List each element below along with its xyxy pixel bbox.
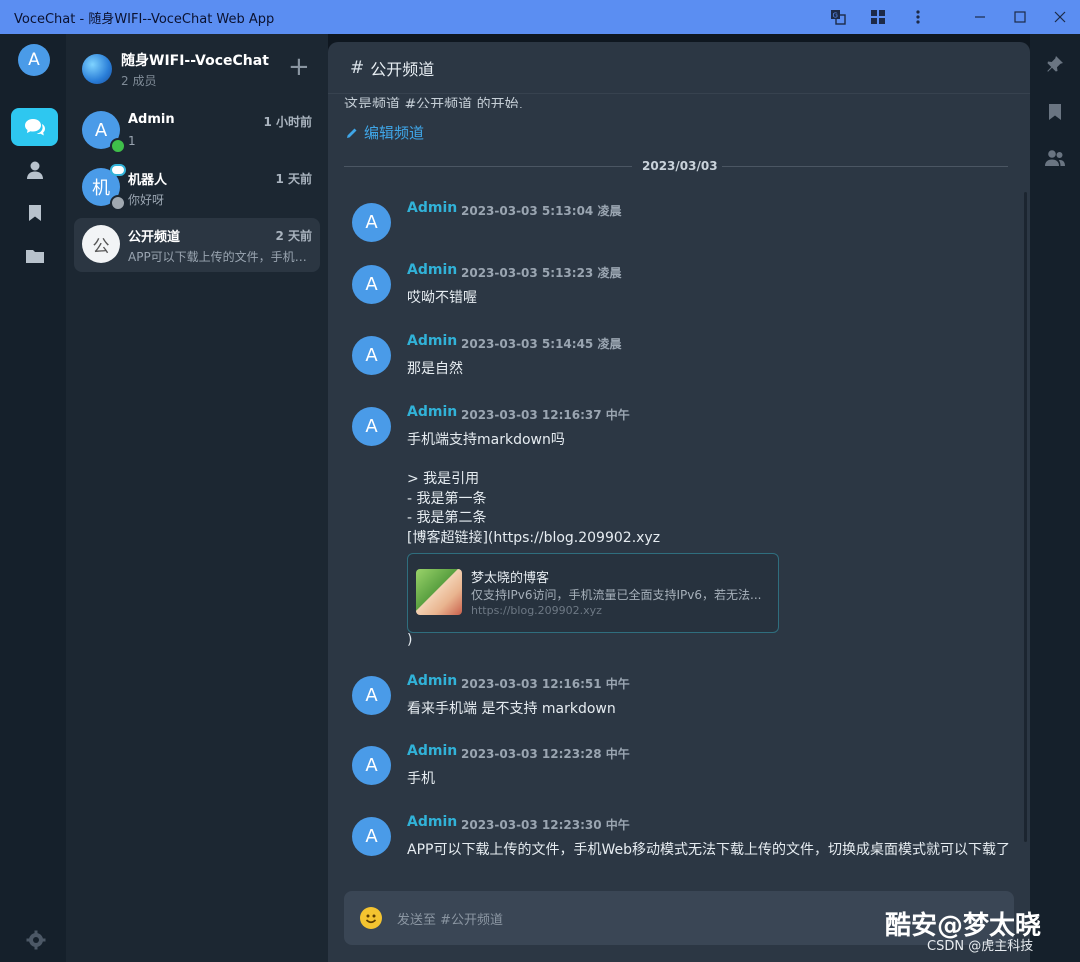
server-logo: [82, 54, 112, 84]
message-line: ): [407, 632, 413, 648]
user-icon[interactable]: [11, 151, 58, 189]
date-label: 2023/03/03: [642, 159, 718, 173]
avatar[interactable]: A: [352, 407, 391, 446]
message-text: 那是自然: [407, 361, 463, 377]
message-timestamp: 2023-03-03 12:16:51 中午: [461, 677, 630, 691]
close-icon[interactable]: [1040, 0, 1080, 34]
maximize-icon[interactable]: [1000, 0, 1040, 34]
avatar[interactable]: A: [352, 203, 391, 242]
message-timestamp: 2023-03-03 12:23:28 中午: [461, 747, 630, 761]
session-name: 公开频道: [128, 230, 181, 245]
folder-icon[interactable]: [11, 237, 58, 275]
session-name: Admin: [128, 112, 175, 127]
pin-icon[interactable]: [1043, 52, 1067, 76]
server-name: 随身WIFI--VoceChat: [121, 53, 269, 69]
user-avatar[interactable]: A: [18, 44, 50, 76]
session-item-public-channel[interactable]: 公 公开频道 2 天前 APP可以下载上传的文件，手机Web移动模式无法下载上传…: [74, 218, 320, 272]
message-line: [博客超链接](https://blog.209902.xyz: [407, 529, 661, 546]
message-text: 哎呦不错喔: [407, 290, 477, 306]
message-timestamp: 2023-03-03 12:16:37 中午: [461, 408, 630, 422]
edit-channel-label: 编辑频道: [364, 124, 425, 142]
watermark-source: CSDN @虎主科技: [927, 939, 1034, 954]
message-line: - 我是第一条: [407, 490, 487, 507]
hash-icon: #: [350, 57, 365, 78]
message-text: APP可以下载上传的文件，手机Web移动模式无法下载上传的文件，切换成桌面模式就…: [407, 842, 1010, 858]
bookmark-icon[interactable]: [11, 194, 58, 232]
message-username[interactable]: Admin: [407, 200, 457, 216]
session-preview: 1: [128, 134, 136, 148]
composer-input[interactable]: 发送至 #公开频道: [397, 909, 503, 928]
channel-avatar: 公: [82, 225, 120, 263]
emoji-icon[interactable]: [360, 907, 382, 929]
preview-description: 仅支持IPv6访问，手机流量已全面支持IPv6，若无法...: [471, 588, 762, 602]
message-timestamp: 2023-03-03 5:13:23 凌晨: [461, 266, 622, 280]
message-line: > 我是引用: [407, 471, 480, 487]
message-line: 手机端支持markdown吗: [407, 432, 565, 448]
member-count: 2 成员: [121, 74, 157, 88]
extensions-icon[interactable]: [858, 0, 898, 34]
message-username[interactable]: Admin: [407, 404, 457, 420]
add-channel-button[interactable]: +: [288, 54, 310, 80]
message-text: 手机端支持markdown吗 > 我是引用 - 我是第一条 - 我是第二条 [博…: [407, 431, 660, 548]
message-timestamp: 2023-03-03 12:23:30 中午: [461, 818, 630, 832]
members-icon[interactable]: [1043, 146, 1067, 170]
session-time: 1 天前: [275, 172, 312, 186]
server-header: 随身WIFI--VoceChat 2 成员 +: [66, 34, 328, 94]
bookmark-icon[interactable]: [1043, 100, 1067, 124]
message-username[interactable]: Admin: [407, 262, 457, 278]
message-username[interactable]: Admin: [407, 814, 457, 830]
session-item-bot[interactable]: 机 机器人 1 天前 你好呀: [74, 161, 320, 215]
preview-url: https://blog.209902.xyz: [471, 604, 602, 617]
window-title: VoceChat - 随身WIFI--VoceChat Web App: [14, 11, 275, 27]
message-username[interactable]: Admin: [407, 743, 457, 759]
edit-channel-link[interactable]: 编辑频道: [346, 122, 424, 143]
preview-thumbnail: [416, 569, 462, 615]
avatar[interactable]: A: [352, 817, 391, 856]
scrollbar[interactable]: [1024, 192, 1027, 842]
link-preview-card[interactable]: 梦太晓的博客 仅支持IPv6访问，手机流量已全面支持IPv6，若无法... ht…: [407, 553, 779, 633]
message-timestamp: 2023-03-03 5:13:04 凌晨: [461, 204, 622, 218]
gear-icon[interactable]: [26, 930, 46, 950]
channel-intro: 这是频道 #公开频道 的开始.: [344, 97, 524, 108]
chat-panel: # 公开频道 这是频道 #公开频道 的开始. 编辑频道 2023/03/03 A…: [328, 42, 1030, 962]
session-preview: APP可以下载上传的文件，手机Web移动模式无法下载上传的文件，切换成桌面模式就…: [128, 250, 308, 264]
session-time: 1 小时前: [263, 115, 312, 129]
avatar[interactable]: A: [352, 676, 391, 715]
avatar[interactable]: A: [352, 746, 391, 785]
message-username[interactable]: Admin: [407, 333, 457, 349]
nav-rail: A: [0, 34, 66, 962]
avatar[interactable]: A: [352, 336, 391, 375]
date-divider: 2023/03/03: [344, 157, 1008, 177]
message-text: 手机: [407, 771, 435, 787]
channel-header: # 公开频道: [328, 42, 1030, 94]
svg-text:G: G: [833, 12, 838, 20]
title-bar: VoceChat - 随身WIFI--VoceChat Web App G: [0, 0, 1080, 34]
preview-title: 梦太晓的博客: [471, 571, 550, 586]
avatar[interactable]: A: [352, 265, 391, 304]
channel-title: 公开频道: [370, 59, 435, 79]
message-line: - 我是第二条: [407, 510, 487, 526]
pencil-icon: [347, 128, 357, 138]
minimize-icon[interactable]: [960, 0, 1000, 34]
session-sidebar: 随身WIFI--VoceChat 2 成员 + A Admin 1 小时前 1 …: [66, 34, 328, 962]
message-username[interactable]: Admin: [407, 673, 457, 689]
session-name: 机器人: [128, 173, 168, 188]
message-text: 看来手机端 是不支持 markdown: [407, 701, 616, 717]
more-vert-icon[interactable]: [898, 0, 938, 34]
translate-icon[interactable]: G: [818, 0, 858, 34]
session-preview: 你好呀: [128, 193, 165, 207]
session-item-admin[interactable]: A Admin 1 小时前 1: [74, 104, 320, 158]
right-toolbar: [1030, 34, 1080, 962]
online-status-dot: [110, 138, 126, 154]
offline-status-dot: [110, 195, 126, 211]
session-time: 2 天前: [275, 229, 312, 243]
message-timestamp: 2023-03-03 5:14:45 凌晨: [461, 337, 622, 351]
chat-icon[interactable]: [11, 108, 58, 146]
bot-badge-icon: [110, 164, 126, 176]
